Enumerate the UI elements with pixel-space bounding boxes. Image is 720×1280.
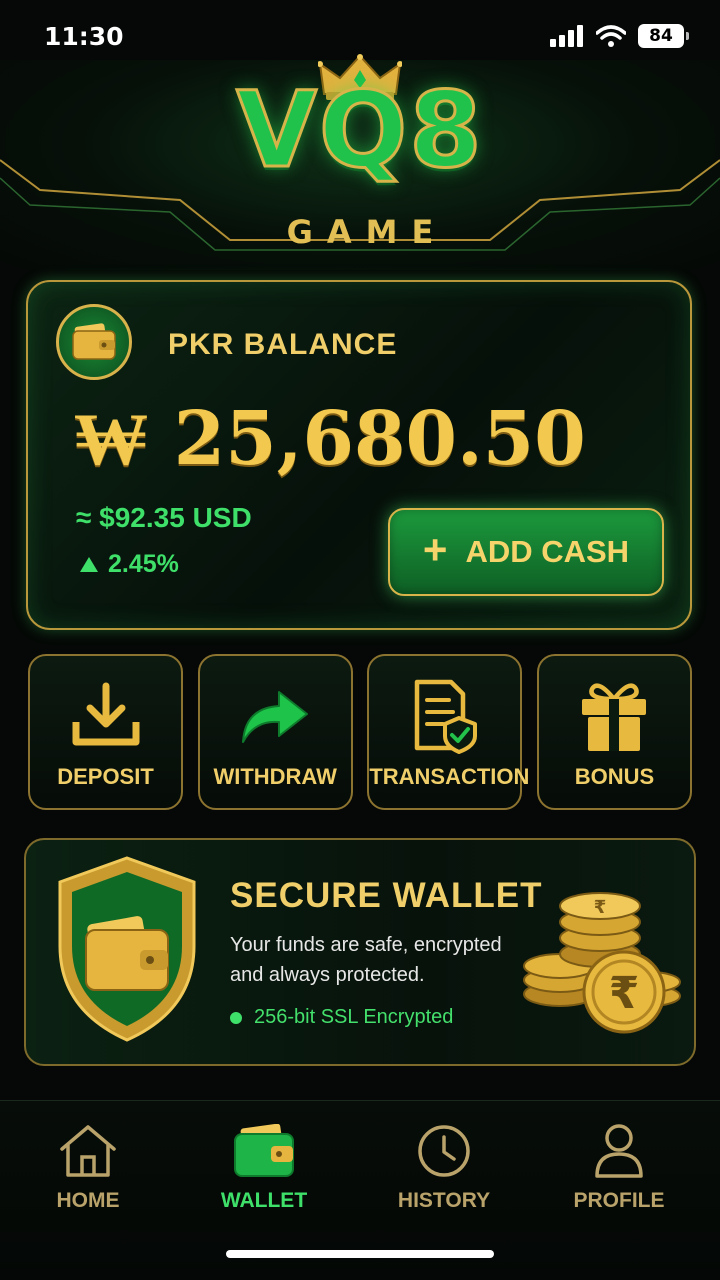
secure-wallet-title: SECURE WALLET: [230, 876, 543, 915]
nav-history[interactable]: HISTORY: [369, 1119, 519, 1219]
user-icon: [595, 1124, 643, 1178]
encryption-badge: 256-bit SSL Encrypted: [230, 1006, 453, 1029]
nav-home-label: HOME: [56, 1189, 120, 1212]
wifi-icon: [596, 25, 626, 47]
download-icon: [72, 682, 139, 746]
balance-change: 2.45%: [80, 550, 179, 579]
document-shield-icon: [414, 679, 477, 754]
deposit-button[interactable]: DEPOSIT: [28, 654, 183, 810]
secure-wallet-card: SECURE WALLET Your funds are safe, encry…: [24, 838, 696, 1066]
svg-text:₹: ₹: [594, 897, 607, 918]
add-cash-label: ADD CASH: [465, 534, 630, 569]
wallet-icon: [234, 1124, 294, 1177]
signal-icon: [550, 25, 583, 47]
nav-history-label: HISTORY: [397, 1189, 491, 1212]
nav-profile[interactable]: PROFILE: [544, 1119, 694, 1219]
svg-text:₹: ₹: [609, 968, 640, 1019]
status-dot-icon: [230, 1011, 242, 1024]
nav-home[interactable]: HOME: [13, 1119, 163, 1219]
shield-icon: [58, 856, 196, 1042]
home-indicator[interactable]: [226, 1250, 494, 1258]
battery-indicator: 84: [638, 24, 689, 48]
app-logo: VQ8: [235, 69, 484, 191]
secure-wallet-description: Your funds are safe, encrypted and alway…: [230, 934, 502, 986]
status-icons: 84: [550, 24, 689, 48]
transaction-button[interactable]: TRANSACTION: [367, 654, 530, 810]
deposit-label: DEPOSIT: [57, 764, 154, 789]
plus-icon: +: [422, 526, 448, 573]
withdraw-label: WITHDRAW: [213, 764, 337, 789]
balance-label: PKR BALANCE: [168, 328, 398, 361]
balance-card: PKR BALANCE ₩ 25,680.50 ≈ $92.35 USD 2.4…: [26, 280, 692, 630]
encryption-label: 256-bit SSL Encrypted: [254, 1006, 454, 1028]
balance-usd-equivalent: ≈ $92.35 USD: [76, 502, 252, 533]
home-icon: [60, 1125, 116, 1177]
status-time: 11:30: [44, 22, 124, 51]
transaction-label: TRANSACTION: [369, 764, 530, 789]
app-logo-subtitle: GAME: [286, 213, 448, 251]
balance-amount: ₩ 25,680.50: [74, 396, 586, 482]
withdraw-button[interactable]: WITHDRAW: [197, 654, 353, 810]
add-cash-button[interactable]: + ADD CASH: [388, 508, 664, 596]
nav-wallet-label: WALLET: [220, 1189, 308, 1212]
nav-wallet[interactable]: WALLET: [189, 1119, 339, 1219]
wallet-icon: [56, 304, 132, 380]
trend-up-icon: [80, 557, 98, 572]
coins-icon: ₹ ₹: [523, 892, 681, 1034]
bonus-label: BONUS: [574, 764, 655, 789]
share-arrow-icon: [242, 691, 309, 743]
nav-profile-label: PROFILE: [573, 1189, 665, 1212]
balance-change-value: 2.45%: [108, 550, 179, 578]
gift-icon: [582, 683, 647, 751]
bonus-button[interactable]: BONUS: [536, 654, 692, 810]
clock-icon: [418, 1125, 470, 1177]
quick-actions: DEPOSIT WITHDRAW TRANSACTION BONUS: [28, 654, 692, 810]
